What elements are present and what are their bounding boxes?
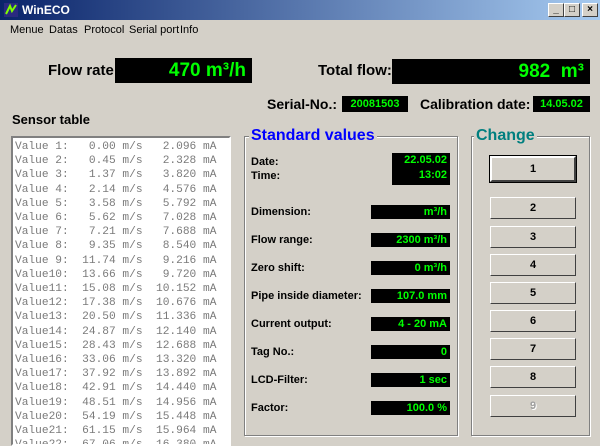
- dimension-value: m³/h: [371, 205, 450, 219]
- flow-rate-value: 470 m³/h: [115, 58, 252, 83]
- current-output-value: 4 - 20 mA: [371, 317, 450, 331]
- sensor-table-list[interactable]: Value 1: 0.00 m/s 2.096 mA Value 2: 0.45 …: [11, 136, 231, 446]
- sensor-row: Value 7: 7.21 m/s 7.688 mA: [15, 226, 217, 239]
- sensor-row: Value12: 17.38 m/s 10.676 mA: [15, 297, 217, 310]
- lcd-filter-value: 1 sec: [371, 373, 450, 387]
- sensor-row: Value 1: 0.00 m/s 2.096 mA: [15, 141, 217, 153]
- sensor-row: Value 2: 0.45 m/s 2.328 mA: [15, 155, 217, 168]
- time-value: 13:02: [418, 169, 447, 181]
- sensor-row: Value 8: 9.35 m/s 8.540 mA: [15, 240, 217, 253]
- sensor-row: Value16: 33.06 m/s 13.320 mA: [15, 354, 217, 366]
- maximize-button[interactable]: □: [564, 3, 580, 17]
- sensor-row: Value11: 15.08 m/s 10.152 mA: [15, 283, 217, 295]
- change-title: Change: [474, 127, 537, 145]
- sensor-table-title: Sensor table: [12, 112, 91, 127]
- menu-item-info[interactable]: Info: [180, 24, 198, 36]
- flow-range-value: 2300 m³/h: [371, 233, 450, 247]
- zero-shift-value: 0 m³/h: [371, 261, 450, 275]
- serial-number-value: 20081503: [342, 96, 408, 112]
- flow-rate-label: Flow rate:: [48, 62, 119, 79]
- sensor-row: Value14: 24.87 m/s 12.140 mA: [15, 325, 217, 338]
- tag-no-value: 0: [371, 345, 450, 359]
- change-button-3[interactable]: 3: [490, 226, 576, 248]
- total-flow-label: Total flow:: [318, 62, 392, 79]
- factor-value: 100.0 %: [371, 401, 450, 415]
- standard-values-title: Standard values: [249, 127, 377, 145]
- date-label: Date:: [251, 156, 279, 168]
- sensor-row: Value 9: 11.74 m/s 9.216 mA: [15, 254, 217, 267]
- sensor-row: Value21: 61.15 m/s 15.964 mA: [15, 425, 217, 437]
- sensor-row: Value10: 13.66 m/s 9.720 mA: [15, 268, 217, 281]
- change-button-8[interactable]: 8: [490, 366, 576, 388]
- minimize-button[interactable]: _: [548, 3, 564, 17]
- change-button-5[interactable]: 5: [490, 282, 576, 304]
- calibration-date-value: 14.05.02: [533, 96, 590, 112]
- calibration-date-label: Calibration date:: [420, 96, 531, 112]
- factor-label: Factor:: [251, 402, 289, 414]
- lcd-filter-label: LCD-Filter:: [251, 374, 308, 386]
- menu-item-serial-port[interactable]: Serial port: [129, 24, 179, 36]
- sensor-row: Value 6: 5.62 m/s 7.028 mA: [15, 212, 217, 224]
- menu-item-protocol[interactable]: Protocol: [84, 24, 124, 36]
- change-button-6[interactable]: 6: [490, 310, 576, 332]
- pipe-inside-diameter-value: 107.0 mm: [371, 289, 450, 303]
- menu-item-datas[interactable]: Datas: [49, 24, 78, 36]
- tag-no-label: Tag No.:: [251, 346, 295, 358]
- change-button-9[interactable]: 9: [490, 395, 576, 417]
- date-time-display: 22.05.02 13:02: [392, 153, 450, 185]
- serial-number-label: Serial-No.:: [267, 96, 338, 112]
- menu-item-menue[interactable]: Menue: [10, 24, 44, 36]
- sensor-row: Value17: 37.92 m/s 13.892 mA: [15, 368, 217, 381]
- sensor-row: Value19: 48.51 m/s 14.956 mA: [15, 396, 217, 409]
- sensor-row: Value20: 54.19 m/s 15.448 mA: [15, 410, 217, 423]
- sensor-row: Value 4: 2.14 m/s 4.576 mA: [15, 183, 217, 196]
- current-output-label: Current output:: [251, 318, 332, 330]
- change-button-7[interactable]: 7: [490, 338, 576, 360]
- flow-range-label: Flow range:: [251, 234, 313, 246]
- sensor-row: Value15: 28.43 m/s 12.688 mA: [15, 339, 217, 352]
- app-icon: [4, 3, 18, 17]
- sensor-row: Value13: 20.50 m/s 11.336 mA: [15, 311, 217, 324]
- sensor-row: Value 3: 1.37 m/s 3.820 mA: [15, 169, 217, 182]
- sensor-row: Value22: 67.06 m/s 16.380 mA: [15, 439, 217, 446]
- pipe-inside-diameter-label: Pipe inside diameter:: [251, 290, 362, 302]
- total-flow-value: 982 m³: [392, 59, 590, 84]
- zero-shift-label: Zero shift:: [251, 262, 305, 274]
- change-button-4[interactable]: 4: [490, 254, 576, 276]
- sensor-row: Value 5: 3.58 m/s 5.792 mA: [15, 197, 217, 210]
- sensor-row: Value18: 42.91 m/s 14.440 mA: [15, 382, 217, 395]
- date-value: 22.05.02: [404, 154, 447, 166]
- time-label: Time:: [251, 170, 281, 182]
- dimension-label: Dimension:: [251, 206, 311, 218]
- change-button-2[interactable]: 2: [490, 197, 576, 219]
- title-bar: WinECO _ □ ×: [0, 0, 600, 20]
- close-button[interactable]: ×: [582, 3, 598, 17]
- menu-bar: Menue Datas Protocol Serial port Info: [0, 20, 600, 40]
- window-title: WinECO: [22, 3, 70, 17]
- change-button-1[interactable]: 1: [489, 155, 577, 183]
